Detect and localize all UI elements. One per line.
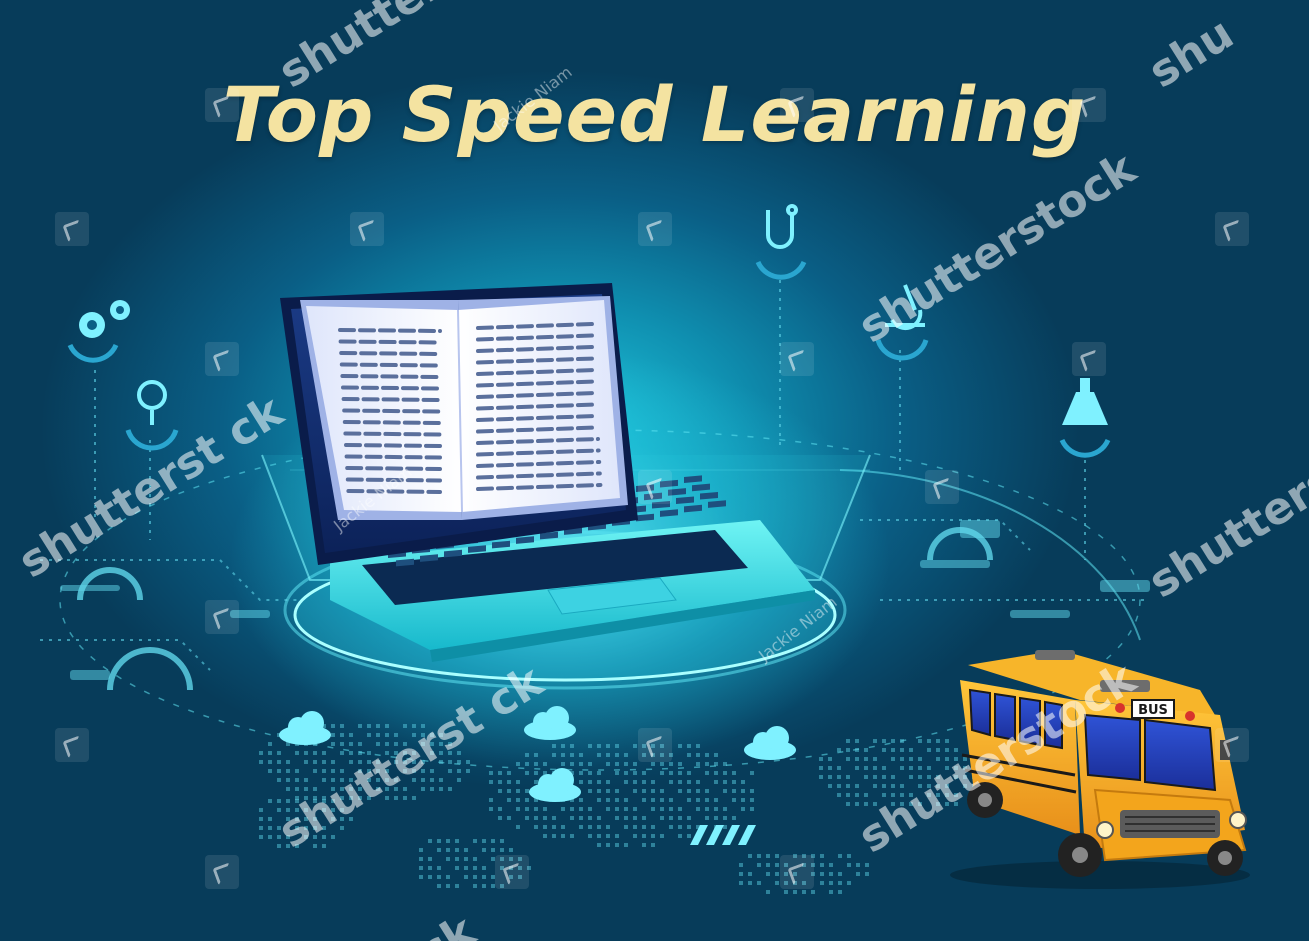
watermark-logo-icon [1215, 728, 1249, 762]
watermark-logo-icon [350, 212, 384, 246]
watermark-logo-icon [638, 212, 672, 246]
stethoscope-icon [755, 204, 807, 280]
watermark-logo-icon [1215, 212, 1249, 246]
watermark-logo-icon [780, 342, 814, 376]
watermark-logo-icon [205, 600, 239, 634]
watermark-logo-icon [638, 728, 672, 762]
watermark-logo-icon [925, 470, 959, 504]
watermark-logo-icon [1072, 88, 1106, 122]
flask-icon [1059, 378, 1111, 458]
watermark-logo-icon [205, 88, 239, 122]
watermark-logo-icon [495, 855, 529, 889]
book-icon [300, 296, 628, 520]
watermark-logo-icon [205, 342, 239, 376]
lightbulb-icon [125, 380, 179, 451]
watermark-logo-icon [55, 212, 89, 246]
watermark-logo-icon [638, 470, 672, 504]
watermark-logo-icon [205, 855, 239, 889]
watermark-logo-icon [1072, 342, 1106, 376]
watermark-logo-icon [780, 88, 814, 122]
gears-icon [67, 300, 130, 363]
watermark-logo-icon [55, 728, 89, 762]
poster: BUS Top Speed Learning shutterstock [0, 0, 1309, 941]
bus-sign: BUS [1138, 703, 1168, 718]
watermark-logo-icon [780, 855, 814, 889]
